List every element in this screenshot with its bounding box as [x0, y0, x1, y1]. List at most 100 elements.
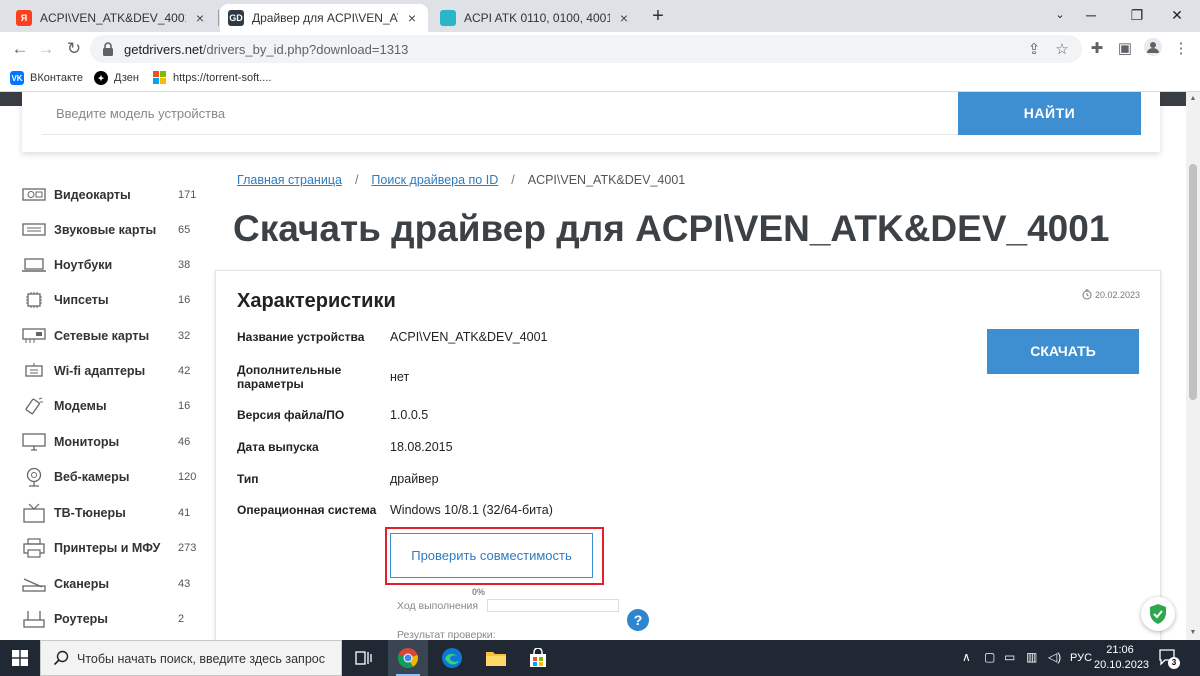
taskbar-store[interactable] — [518, 640, 558, 676]
laptop-icon — [22, 255, 46, 275]
sidebar-item-count: 2 — [178, 613, 185, 625]
close-icon[interactable]: × — [616, 10, 632, 26]
clock-date: 20.10.2023 — [1094, 659, 1150, 671]
address-bar[interactable]: getdrivers.net/drivers_by_id.php?downloa… — [90, 35, 1082, 63]
bookmark-vk[interactable]: VK ВКонтакте — [10, 71, 83, 85]
taskbar-chrome[interactable] — [388, 640, 428, 676]
spec-key: Дата выпуска — [237, 440, 319, 454]
download-button[interactable]: СКАЧАТЬ — [987, 329, 1139, 374]
breadcrumb-home-link[interactable]: Главная страница — [237, 173, 342, 187]
windows-start-icon — [12, 650, 28, 666]
taskbar-search-box[interactable]: Чтобы начать поиск, введите здесь запрос — [40, 640, 342, 676]
taskbar-edge[interactable] — [432, 640, 472, 676]
network-icon[interactable]: ▥ — [1026, 650, 1037, 664]
check-result-label: Результат проверки: — [397, 629, 496, 640]
back-icon[interactable]: ← — [8, 38, 32, 60]
input-language[interactable]: РУС — [1070, 652, 1092, 664]
extensions-icon[interactable]: ✚ — [1086, 38, 1108, 60]
store-icon — [530, 648, 546, 667]
sidebar-item-webcams[interactable]: Веб-камеры 120 — [22, 465, 202, 489]
spec-key: Операционная система — [237, 503, 377, 517]
sidebar-item-monitors[interactable]: Мониторы 46 — [22, 430, 202, 454]
dzen-icon: ✦ — [94, 71, 108, 85]
scroll-down-icon[interactable]: ▼ — [1186, 626, 1200, 640]
edge-icon — [442, 648, 462, 668]
sidebar-item-count: 273 — [178, 542, 197, 554]
breadcrumb: Главная страница / Поиск драйвера по ID / AC… — [237, 173, 685, 187]
sidebar-item-count: 65 — [178, 224, 191, 236]
sidebar-item-label: Видеокарты — [54, 188, 131, 202]
site-icon — [440, 10, 456, 26]
vk-icon: VK — [10, 71, 24, 85]
bookmark-label: ВКонтакте — [30, 72, 83, 84]
spec-key: Версия файла/ПО — [237, 408, 345, 422]
bookmark-star-icon[interactable]: ☆ — [1052, 40, 1072, 58]
security-shield-badge[interactable] — [1141, 597, 1175, 631]
tab-acpi[interactable]: ACPI ATK 0110, 0100, 4001, 4002 × — [432, 4, 640, 32]
battery-icon[interactable]: ▭ — [1004, 650, 1015, 664]
minimize-icon[interactable]: ─ — [1068, 0, 1114, 32]
bookmark-dzen[interactable]: ✦ Дзен — [94, 71, 139, 85]
spec-value: 1.0.0.5 — [390, 408, 429, 422]
breadcrumb-separator: / — [511, 173, 515, 187]
breadcrumb-search-by-id-link[interactable]: Поиск драйвера по ID — [371, 173, 498, 187]
sidebar-item-scanners[interactable]: Сканеры 43 — [22, 572, 202, 596]
side-panel-icon[interactable]: ▣ — [1114, 38, 1136, 60]
scroll-up-icon[interactable]: ▲ — [1186, 92, 1200, 106]
webcam-icon — [22, 467, 46, 487]
task-view-button[interactable] — [344, 640, 384, 676]
sidebar-item-wifi-adapters[interactable]: Wi-fi адаптеры 42 — [22, 359, 202, 383]
sidebar-item-tv-tuners[interactable]: ТВ-Тюнеры 41 — [22, 501, 202, 525]
forward-icon[interactable]: → — [34, 38, 58, 60]
share-icon[interactable]: ⇪ — [1024, 40, 1044, 58]
notification-count-badge: 3 — [1168, 657, 1180, 669]
start-button[interactable] — [0, 640, 40, 676]
bookmarks-bar: VK ВКонтакте ✦ Дзен https://torrent-soft… — [0, 66, 1200, 92]
volume-icon[interactable]: ◁) — [1048, 650, 1061, 664]
close-icon[interactable]: × — [192, 10, 208, 26]
new-tab-button[interactable]: + — [646, 5, 670, 27]
tab-getdrivers[interactable]: GD Драйвер для ACPI\VEN_ATK&D × — [220, 4, 428, 32]
sidebar-item-label: Wi-fi адаптеры — [54, 364, 146, 378]
window-close-icon[interactable]: ✕ — [1154, 0, 1200, 32]
windows-taskbar: Чтобы начать поиск, введите здесь запрос… — [0, 640, 1200, 676]
close-icon[interactable]: × — [404, 10, 420, 26]
reload-icon[interactable]: ↻ — [62, 38, 86, 60]
bookmark-torrent-soft[interactable]: https://torrent-soft.... — [153, 71, 271, 85]
breadcrumb-current: ACPI\VEN_ATK&DEV_4001 — [527, 173, 686, 187]
taskbar-clock[interactable]: 21:06 20.10.2023 — [1094, 643, 1150, 673]
profile-avatar-icon[interactable] — [1142, 38, 1164, 60]
sidebar-item-network-cards[interactable]: Сетевые карты 32 — [22, 324, 202, 348]
windows-icon — [153, 71, 167, 85]
taskbar-file-explorer[interactable] — [476, 640, 516, 676]
device-search-input[interactable]: Введите модель устройства — [42, 92, 958, 135]
tray-chevron-up-icon[interactable]: ∧ — [962, 650, 971, 664]
sidebar-item-routers[interactable]: Роутеры 2 — [22, 607, 202, 631]
sidebar-item-soundcards[interactable]: Звуковые карты 65 — [22, 218, 202, 242]
sidebar-item-printers[interactable]: Принтеры и МФУ 273 — [22, 536, 202, 560]
sidebar-item-videocards[interactable]: Видеокарты 171 — [22, 183, 202, 207]
sidebar-item-label: Сканеры — [54, 577, 110, 591]
sidebar-item-modems[interactable]: Модемы 16 — [22, 394, 202, 418]
tv-tuner-icon — [22, 503, 46, 523]
sidebar-item-count: 171 — [178, 189, 197, 201]
page-scrollbar[interactable]: ▲ ▼ — [1186, 92, 1200, 640]
tray-app-icon[interactable]: ▢ — [984, 650, 995, 664]
sidebar-item-laptops[interactable]: Ноутбуки 38 — [22, 253, 202, 277]
check-compatibility-button[interactable]: Проверить совместимость — [390, 533, 593, 578]
find-button[interactable]: НАЙТИ — [958, 92, 1141, 135]
menu-kebab-icon[interactable]: ⋮ — [1170, 38, 1192, 60]
router-icon — [22, 609, 46, 629]
sidebar-item-count: 38 — [178, 259, 191, 271]
shield-check-icon — [1150, 604, 1166, 624]
help-question-icon[interactable]: ? — [627, 609, 649, 631]
lock-icon[interactable] — [100, 41, 116, 57]
sidebar-item-chipsets[interactable]: Чипсеты 16 — [22, 288, 202, 312]
scrollbar-thumb[interactable] — [1189, 164, 1197, 400]
spec-key: Тип — [237, 472, 259, 486]
tab-yandex[interactable]: Я ACPI\VEN_ATK&DEV_4001 — Я × — [8, 4, 216, 32]
notification-center-button[interactable]: 3 — [1158, 648, 1180, 669]
spec-value: ACPI\VEN_ATK&DEV_4001 — [390, 330, 548, 344]
sidebar-item-label: Роутеры — [54, 612, 108, 626]
sidebar-item-count: 46 — [178, 436, 191, 448]
